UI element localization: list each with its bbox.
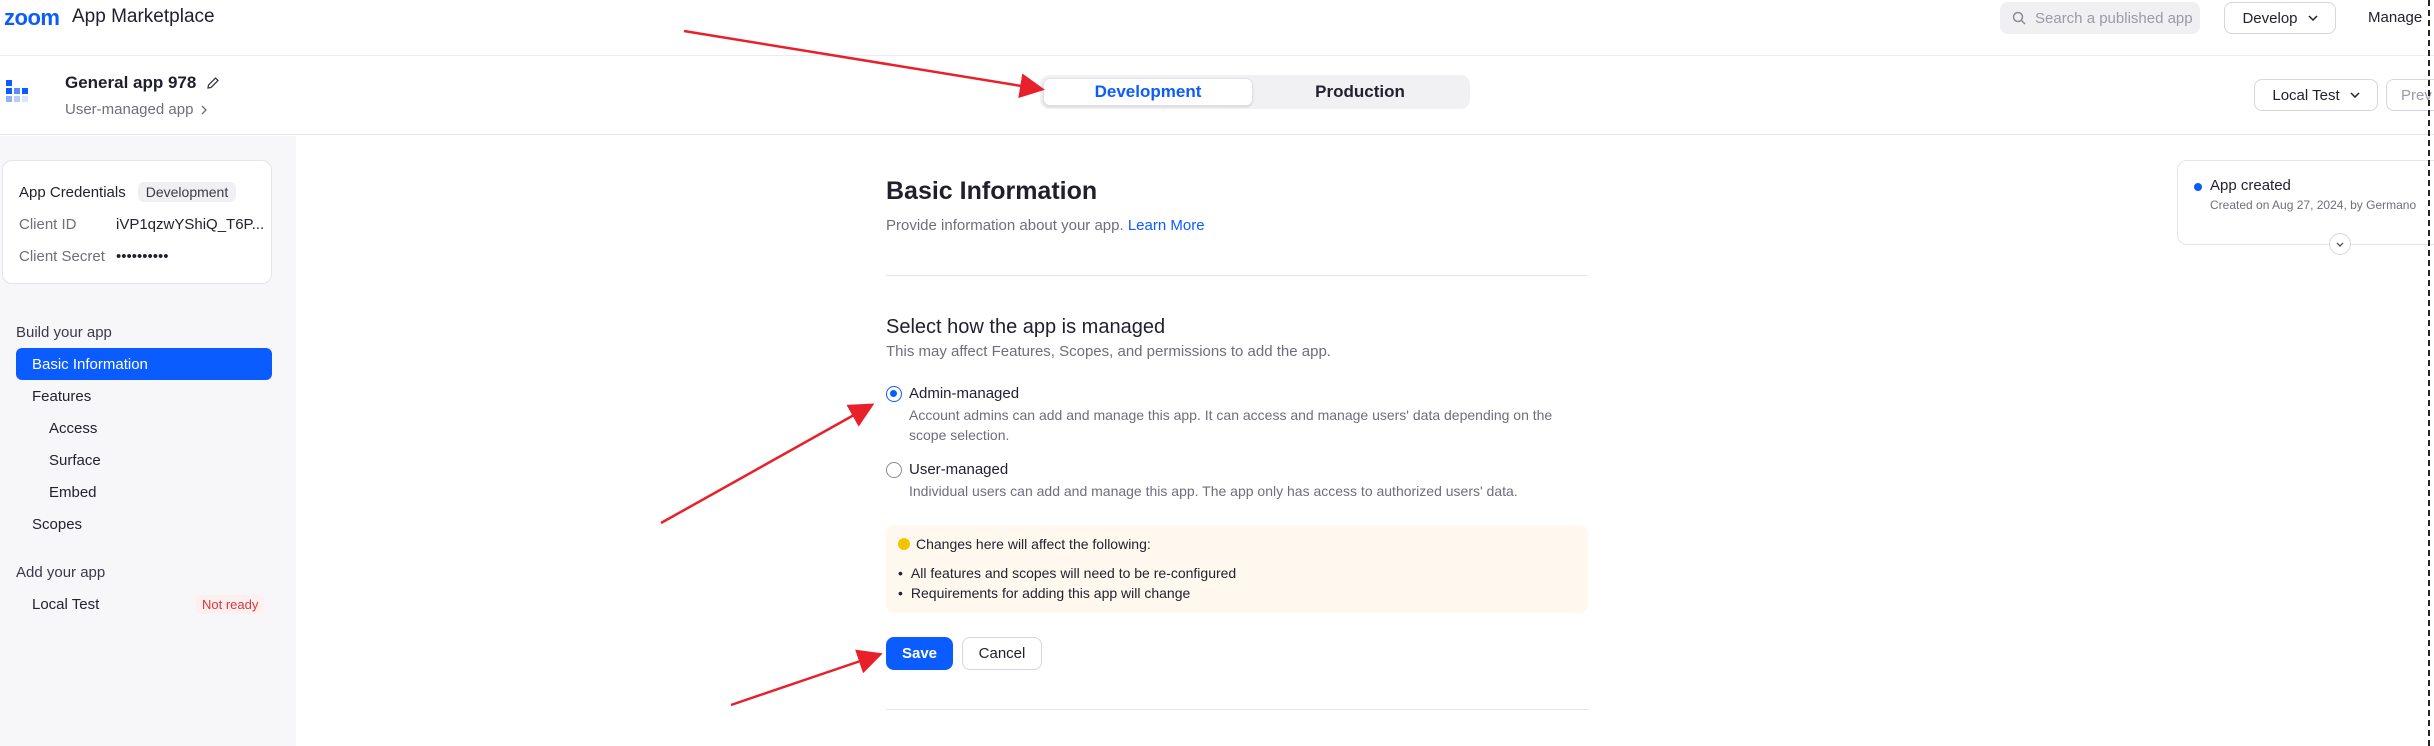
warning-list: All features and scopes will need to be … [898, 563, 1236, 603]
edit-pencil-icon[interactable] [206, 76, 220, 90]
user-managed-description: Individual users can add and manage this… [909, 483, 1518, 499]
arrow-to-save-button [730, 649, 883, 707]
warning-item: All features and scopes will need to be … [898, 563, 1236, 583]
user-managed-label[interactable]: User-managed [909, 461, 1008, 478]
sidebar-item-local-test[interactable]: Local Test [32, 596, 99, 613]
window-edge-divider [2428, 0, 2430, 746]
warning-item: Requirements for adding this app will ch… [898, 583, 1236, 603]
sidebar-item-embed[interactable]: Embed [49, 484, 97, 501]
chevron-right-icon [201, 105, 208, 114]
activity-card: App created Created on Aug 27, 2024, by … [2177, 160, 2434, 255]
add-section-heading: Add your app [16, 564, 106, 581]
sidebar: App Credentials Development Client ID iV… [0, 136, 296, 746]
manage-link[interactable]: Manage [2368, 9, 2422, 26]
expand-activity-button[interactable] [2329, 233, 2351, 255]
credentials-card: App Credentials Development Client ID iV… [2, 160, 272, 284]
chevron-down-icon [2350, 92, 2360, 98]
admin-managed-description: Account admins can add and manage this a… [909, 407, 1553, 443]
sidebar-item-scopes[interactable]: Scopes [32, 516, 82, 533]
user-managed-radio[interactable] [886, 462, 902, 478]
app-type-link[interactable]: User-managed app [65, 101, 208, 118]
admin-managed-label[interactable]: Admin-managed [909, 385, 1019, 402]
tab-production[interactable]: Production [1255, 78, 1465, 106]
sidebar-item-access[interactable]: Access [49, 420, 97, 437]
arrow-to-admin-managed [660, 403, 875, 525]
client-id-value[interactable]: iVP1qzwYShiQ_T6P... [116, 216, 264, 233]
develop-label: Develop [2242, 9, 2298, 27]
cancel-button[interactable]: Cancel [962, 637, 1042, 670]
warning-title: Changes here will affect the following: [898, 536, 1151, 552]
app-name: General app 978 [65, 73, 220, 93]
sidebar-item-basic-information[interactable]: Basic Information [16, 348, 272, 380]
client-secret-label: Client Secret [19, 248, 105, 265]
section-divider [886, 275, 1588, 276]
tab-development[interactable]: Development [1043, 78, 1253, 106]
client-secret-value[interactable]: •••••••••• [116, 248, 169, 265]
chevron-down-icon [2336, 242, 2344, 247]
develop-dropdown[interactable]: Develop [2224, 2, 2336, 34]
app-header: General app 978 User-managed app Develop… [0, 56, 2434, 135]
page-description: Provide information about your app. Lear… [886, 217, 1205, 234]
search-icon [2012, 11, 2026, 25]
warning-box: Changes here will affect the following: … [886, 525, 1588, 613]
local-test-label: Local Test [2272, 86, 2340, 104]
chevron-down-icon [2307, 15, 2318, 21]
learn-more-link[interactable]: Learn More [1128, 217, 1205, 234]
zoom-logo[interactable]: zoom [4, 5, 60, 31]
credentials-title: App Credentials Development [19, 182, 237, 202]
sidebar-item-surface[interactable]: Surface [49, 452, 101, 469]
warning-title-text: Changes here will affect the following: [916, 536, 1151, 552]
app-icon [6, 80, 28, 102]
marketplace-title[interactable]: App Marketplace [72, 6, 215, 28]
status-dot-icon [2194, 183, 2202, 191]
manage-section-description: This may affect Features, Scopes, and pe… [886, 343, 1331, 360]
admin-managed-radio[interactable] [886, 386, 902, 402]
app-type-text: User-managed app [65, 101, 194, 118]
build-section-heading: Build your app [16, 324, 112, 341]
preview-button[interactable]: Prev [2386, 79, 2434, 111]
not-ready-badge: Not ready [196, 595, 265, 614]
sidebar-item-features[interactable]: Features [32, 388, 91, 405]
bottom-divider [886, 709, 1588, 710]
local-test-dropdown[interactable]: Local Test [2254, 79, 2378, 111]
manage-section-title: Select how the app is managed [886, 316, 1166, 338]
top-navigation: zoom App Marketplace Search a published … [0, 0, 2434, 56]
credentials-title-text: App Credentials [19, 183, 126, 201]
save-button[interactable]: Save [886, 637, 953, 670]
environment-badge: Development [137, 182, 237, 202]
activity-title: App created [2210, 177, 2291, 194]
page-title: Basic Information [886, 177, 1098, 205]
app-name-text: General app 978 [65, 73, 197, 92]
environment-switch: Development Production [1040, 75, 1470, 109]
search-placeholder: Search a published app [2035, 9, 2193, 27]
search-input[interactable]: Search a published app [2000, 2, 2200, 34]
page-description-text: Provide information about your app. [886, 217, 1124, 234]
activity-subtitle: Created on Aug 27, 2024, by Germano [2210, 198, 2417, 212]
warning-icon [898, 538, 910, 550]
client-id-label: Client ID [19, 216, 77, 233]
